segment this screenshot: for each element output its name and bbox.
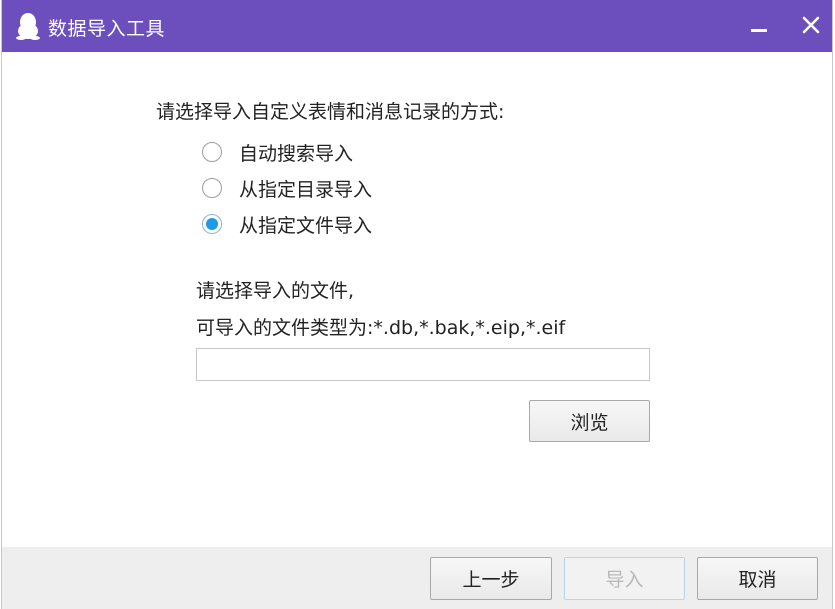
option-label: 从指定文件导入: [239, 214, 373, 237]
qq-penguin-icon: [16, 12, 40, 40]
radio-from-file[interactable]: [202, 214, 222, 234]
browse-button[interactable]: 浏览: [529, 400, 650, 442]
minimize-icon: [750, 16, 768, 38]
title-bar[interactable]: 数据导入工具: [2, 0, 832, 52]
option-from-directory[interactable]: 从指定目录导入: [202, 175, 372, 201]
file-types-hint: 可导入的文件类型为:*.db,*.bak,*.eip,*.eif: [196, 317, 566, 339]
radio-from-directory[interactable]: [202, 178, 222, 198]
file-path-input[interactable]: [196, 348, 650, 381]
import-method-prompt: 请选择导入自定义表情和消息记录的方式:: [156, 101, 505, 123]
option-from-file[interactable]: 从指定文件导入: [202, 211, 372, 237]
option-label: 从指定目录导入: [239, 178, 373, 201]
close-button[interactable]: [794, 10, 828, 44]
close-icon: [802, 16, 820, 38]
cancel-button[interactable]: 取消: [697, 557, 818, 600]
import-tool-window: 数据导入工具 请选择导入自定义表情和消息记录的方式: 自动搜索导入 从指定目录导…: [1, 0, 833, 609]
window-title: 数据导入工具: [48, 18, 166, 40]
option-auto-search[interactable]: 自动搜索导入: [202, 139, 353, 165]
import-button[interactable]: 导入: [564, 557, 685, 600]
minimize-button[interactable]: [742, 10, 776, 44]
file-select-prompt: 请选择导入的文件,: [196, 280, 355, 302]
option-label: 自动搜索导入: [239, 142, 354, 165]
previous-step-button[interactable]: 上一步: [430, 557, 552, 600]
radio-auto-search[interactable]: [202, 142, 222, 162]
